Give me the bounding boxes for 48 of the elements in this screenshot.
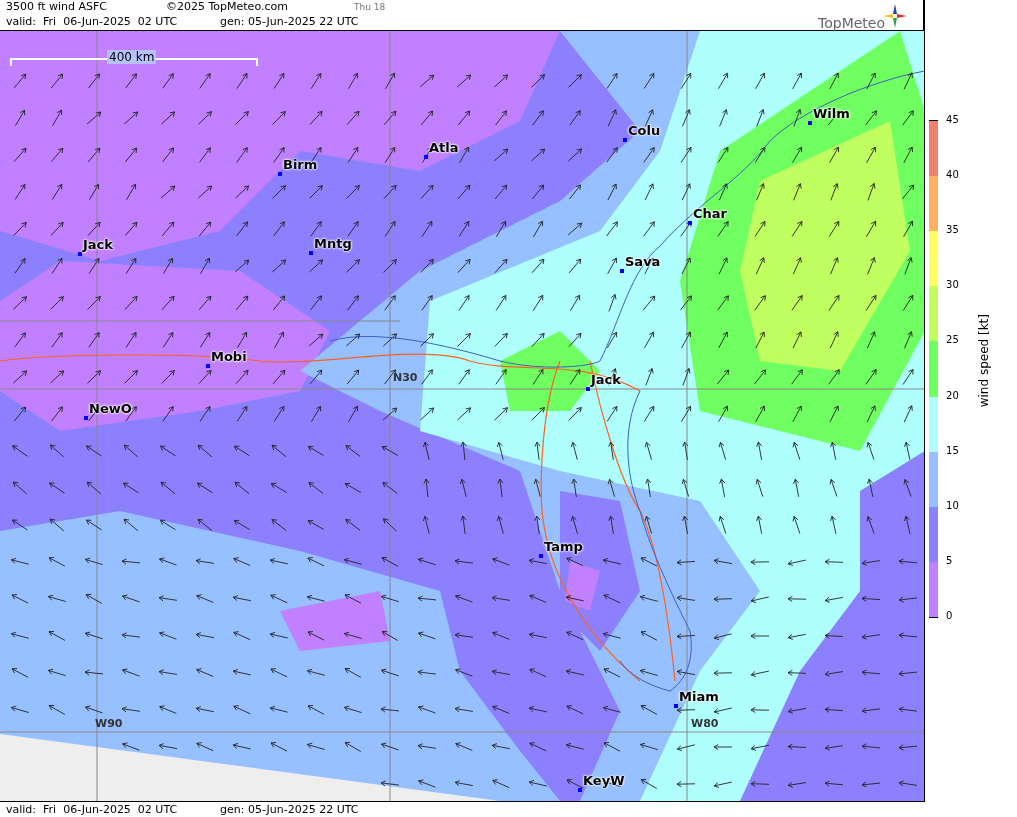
- legend-tick-label: 30: [946, 278, 959, 293]
- city-label: Colu: [628, 123, 661, 138]
- city-marker-icon: [78, 252, 82, 256]
- copyright-text: ©2025 TopMeteo.com: [166, 0, 289, 13]
- city-label: KeyW: [583, 773, 625, 788]
- legend-tick-label: 5: [946, 553, 954, 568]
- legend-tick-label: 40: [946, 168, 959, 183]
- valid-time: valid: Fri 06-Jun-2025 02 UTC: [6, 15, 179, 28]
- city-label: Wilm: [813, 106, 850, 121]
- city-marker-icon: [278, 172, 282, 176]
- legend-tick-label: 15: [946, 443, 959, 458]
- city-marker-icon: [620, 269, 624, 273]
- city-label: Tamp: [544, 539, 583, 554]
- city-label: Mntg: [314, 236, 352, 251]
- city-marker-icon: [674, 704, 678, 708]
- city-label: Atla: [429, 140, 459, 155]
- city-label: Birm: [283, 157, 318, 172]
- legend-tick-label: 35: [946, 223, 959, 238]
- generated-time: gen: 05-Jun-2025 22 UTC: [220, 15, 359, 28]
- city-marker-icon: [424, 155, 428, 159]
- city-label: Jack: [83, 237, 113, 252]
- legend-tick-label: 20: [946, 388, 959, 403]
- city-marker-icon: [206, 364, 210, 368]
- legend-tick-label: 25: [946, 333, 959, 348]
- chart-title: 3500 ft wind ASFC: [6, 0, 108, 13]
- city-marker-icon: [586, 387, 590, 391]
- compass-star-icon: [883, 4, 907, 28]
- city-label: Miam: [679, 689, 719, 704]
- legend-tick-label: 45: [946, 113, 959, 127]
- city-marker-icon: [309, 251, 313, 255]
- logo-text: TopMeteo: [818, 14, 885, 33]
- city-marker-icon: [808, 121, 812, 125]
- valid-time: valid: Fri 06-Jun-2025 02 UTC: [6, 802, 179, 816]
- city-marker-icon: [84, 416, 88, 420]
- city-marker-icon: [578, 788, 582, 792]
- city-label: NewO: [89, 401, 132, 416]
- run-label: Thu 18: [354, 2, 386, 12]
- city-marker-icon: [623, 138, 627, 142]
- legend-tick-label: 10: [946, 498, 959, 513]
- legend-title: wind speed [kt]: [976, 314, 991, 408]
- city-marker-icon: [539, 554, 543, 558]
- grid-label: W90: [95, 717, 123, 730]
- legend-tick-label: 0: [946, 609, 954, 623]
- scale-label: 400 km: [107, 50, 157, 64]
- grid-label: W80: [691, 717, 719, 730]
- generated-time: gen: 05-Jun-2025 22 UTC: [220, 802, 359, 816]
- grid-label: N30: [393, 371, 418, 384]
- city-marker-icon: [688, 221, 692, 225]
